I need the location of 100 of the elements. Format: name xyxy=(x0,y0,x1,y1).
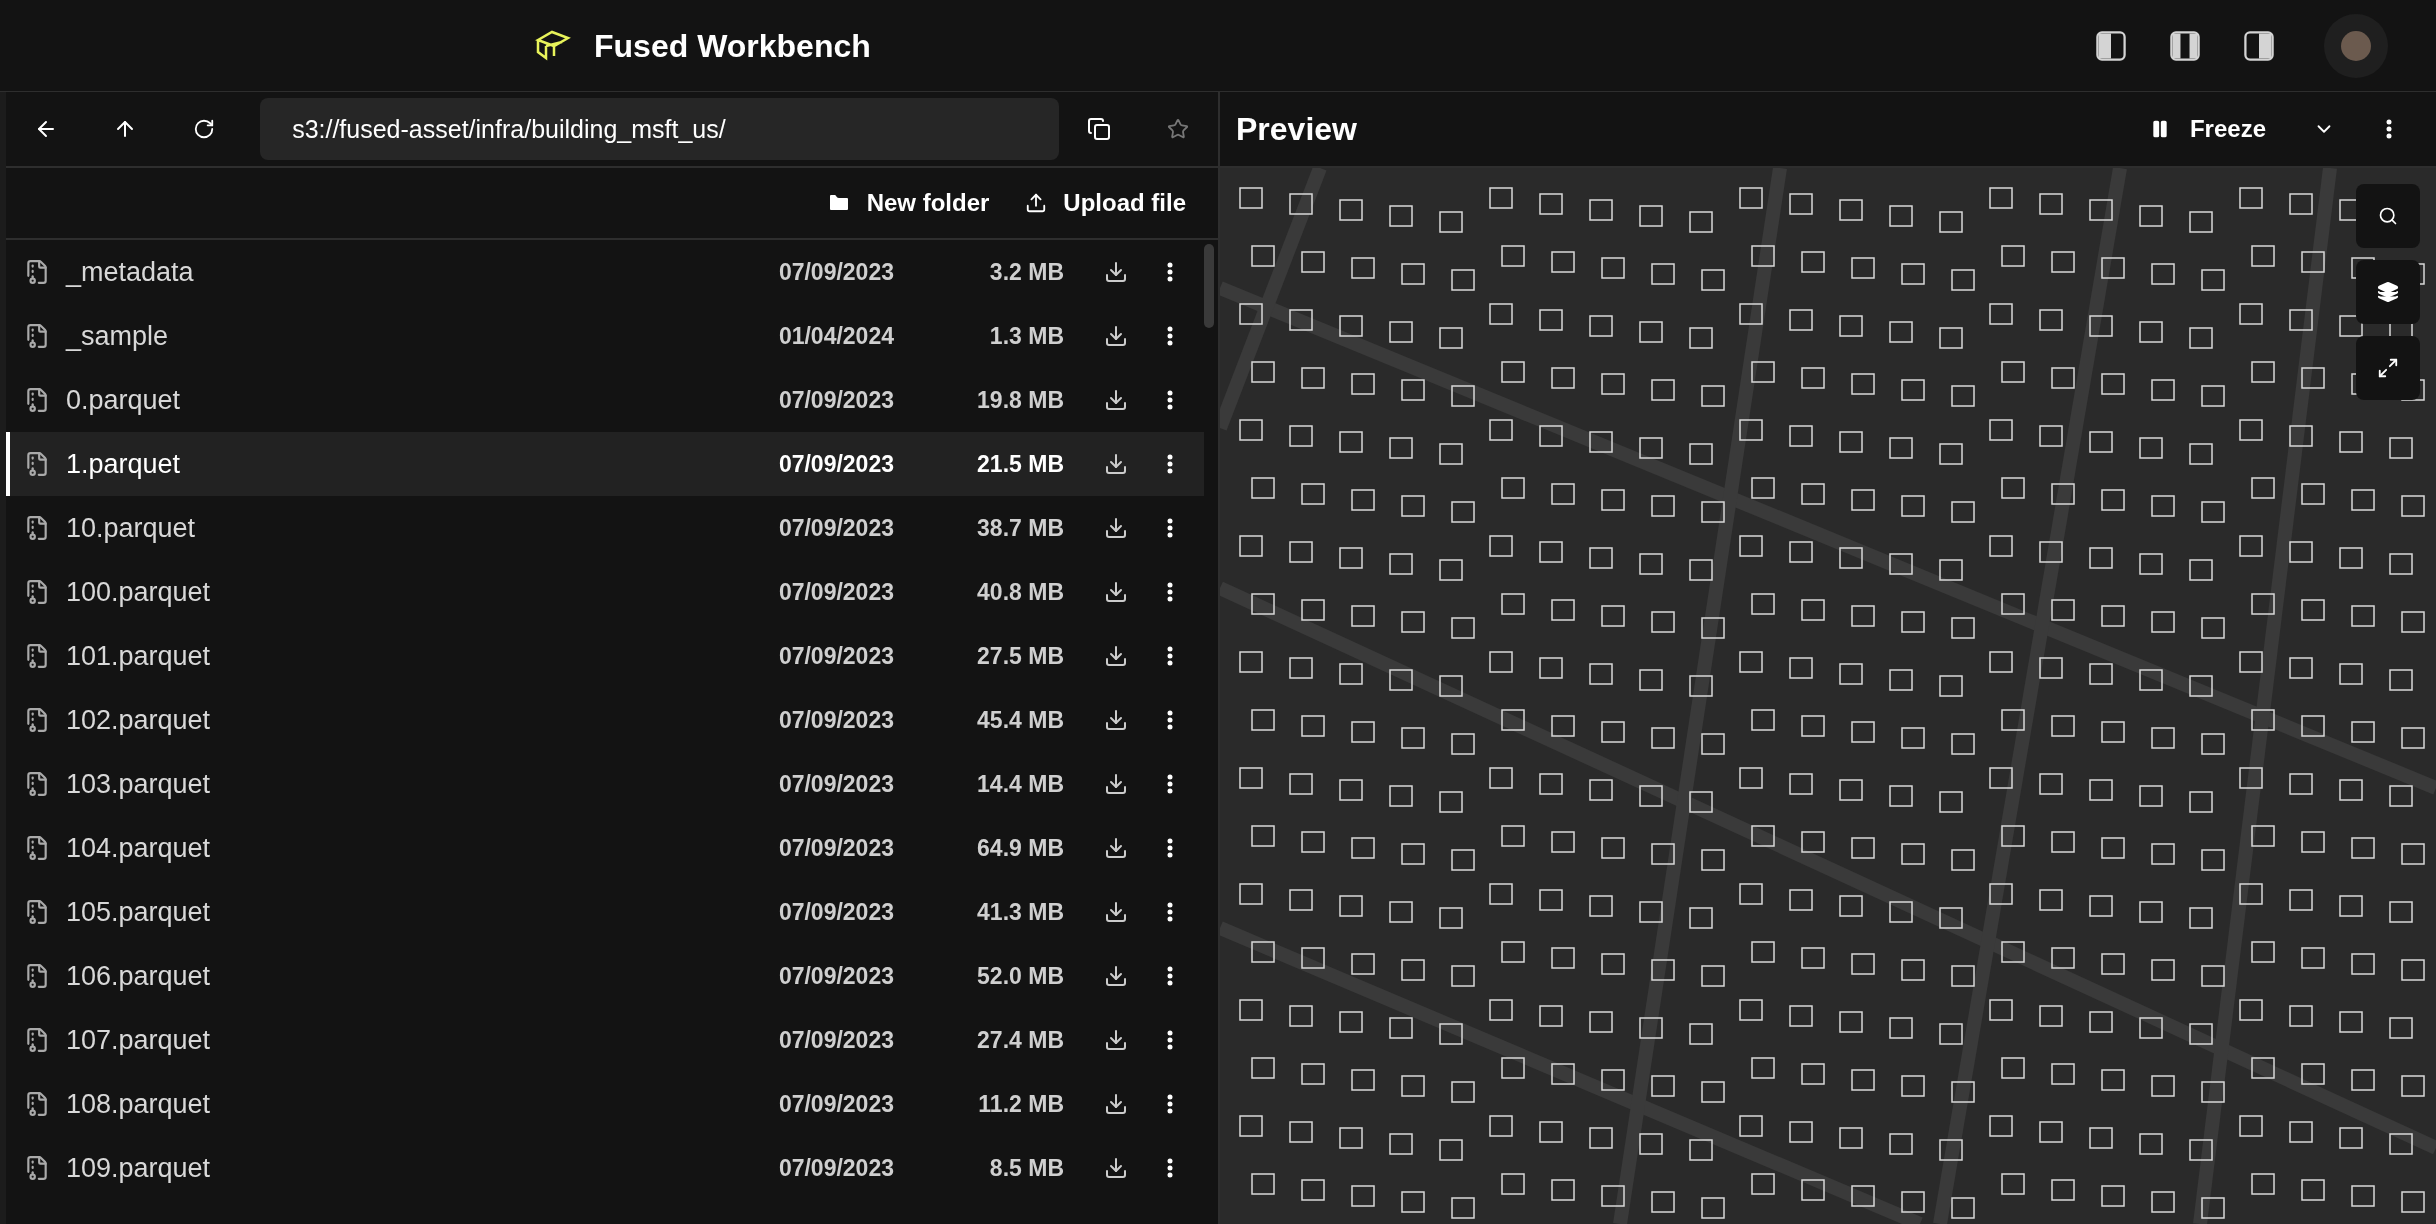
file-name: 105.parquet xyxy=(66,895,211,929)
file-size: 41.3 MB xyxy=(976,897,1064,927)
fullscreen-button[interactable] xyxy=(2356,336,2420,400)
file-size: 52.0 MB xyxy=(976,961,1064,991)
search-icon xyxy=(2378,206,2398,226)
file-date: 07/09/2023 xyxy=(778,1025,894,1055)
file-name: 100.parquet xyxy=(66,575,211,609)
file-icon xyxy=(24,1155,50,1181)
file-date: 07/09/2023 xyxy=(778,705,894,735)
file-date: 07/09/2023 xyxy=(778,1153,894,1183)
layers-button[interactable] xyxy=(2356,260,2420,324)
file-size: 19.8 MB xyxy=(976,385,1064,415)
file-row[interactable]: 1.parquet 07/09/2023 21.5 MB xyxy=(6,432,1204,496)
file-date: 07/09/2023 xyxy=(778,641,894,671)
file-size: 38.7 MB xyxy=(976,513,1064,543)
more-icon xyxy=(1167,838,1173,858)
file-name: 0.parquet xyxy=(66,383,181,417)
more-icon xyxy=(1167,454,1173,474)
file-row[interactable]: 100.parquet 07/09/2023 40.8 MB xyxy=(6,560,1204,624)
file-name: 102.parquet xyxy=(66,703,211,737)
new-folder-button[interactable]: New folder xyxy=(826,185,990,221)
file-name: 109.parquet xyxy=(66,1151,211,1185)
search-button[interactable] xyxy=(2356,184,2420,248)
download-icon xyxy=(1104,964,1128,988)
more-icon xyxy=(1167,646,1173,666)
file-icon xyxy=(24,899,50,925)
app-title: Fused Workbench xyxy=(594,26,871,66)
file-size: 21.5 MB xyxy=(976,449,1064,479)
file-date: 01/04/2024 xyxy=(778,321,894,351)
download-icon xyxy=(1104,644,1128,668)
more-icon xyxy=(1167,710,1173,730)
download-icon xyxy=(1104,900,1128,924)
file-date: 07/09/2023 xyxy=(778,385,894,415)
file-icon xyxy=(24,579,50,605)
file-date: 07/09/2023 xyxy=(778,769,894,799)
file-row[interactable]: 101.parquet 07/09/2023 27.5 MB xyxy=(6,624,1204,688)
file-size: 8.5 MB xyxy=(988,1153,1064,1183)
file-row[interactable]: 102.parquet 07/09/2023 45.4 MB xyxy=(6,688,1204,752)
file-size: 11.2 MB xyxy=(977,1089,1064,1119)
file-row[interactable]: 103.parquet 07/09/2023 14.4 MB xyxy=(6,752,1204,816)
freeze-button[interactable]: Freeze xyxy=(2149,111,2266,147)
download-icon xyxy=(1104,388,1128,412)
more-icon xyxy=(1167,902,1173,922)
file-icon xyxy=(24,835,50,861)
file-name: 103.parquet xyxy=(66,767,211,801)
file-row[interactable]: 104.parquet 07/09/2023 64.9 MB xyxy=(6,816,1204,880)
file-name: 106.parquet xyxy=(66,959,211,993)
file-size: 14.4 MB xyxy=(976,769,1064,799)
file-icon xyxy=(24,259,50,285)
panel-layout-icon xyxy=(2094,28,2128,63)
layout-button[interactable] xyxy=(2094,28,2128,63)
layout-button[interactable] xyxy=(2168,28,2202,63)
file-row[interactable]: 109.parquet 07/09/2023 8.5 MB xyxy=(6,1136,1204,1200)
download-icon xyxy=(1104,260,1128,284)
file-row[interactable]: 108.parquet 07/09/2023 11.2 MB xyxy=(6,1072,1204,1136)
file-row[interactable]: _metadata 07/09/2023 3.2 MB xyxy=(6,240,1204,304)
file-size: 64.9 MB xyxy=(976,833,1064,863)
file-icon xyxy=(24,643,50,669)
file-icon xyxy=(24,707,50,733)
file-row[interactable]: _sample 01/04/2024 1.3 MB xyxy=(6,304,1204,368)
panel-title: Preview xyxy=(1236,110,1357,149)
panel-layout-icon xyxy=(2168,28,2202,63)
file-row[interactable]: 0.parquet 07/09/2023 19.8 MB xyxy=(6,368,1204,432)
upload-file-button[interactable]: Upload file xyxy=(1025,185,1186,221)
file-row[interactable]: 105.parquet 07/09/2023 41.3 MB xyxy=(6,880,1204,944)
download-icon xyxy=(1104,708,1128,732)
file-row[interactable]: 106.parquet 07/09/2023 52.0 MB xyxy=(6,944,1204,1008)
more-icon xyxy=(1167,582,1173,602)
file-date: 07/09/2023 xyxy=(778,961,894,991)
file-size: 3.2 MB xyxy=(988,257,1064,287)
file-icon xyxy=(24,963,50,989)
more-icon xyxy=(1167,518,1173,538)
file-icon xyxy=(24,1091,50,1117)
avatar-silhouette xyxy=(2341,30,2371,61)
file-size: 40.8 MB xyxy=(976,577,1064,607)
file-row[interactable]: 10.parquet 07/09/2023 38.7 MB xyxy=(6,496,1204,560)
layout-button[interactable] xyxy=(2242,28,2276,63)
file-icon xyxy=(24,771,50,797)
more-icon xyxy=(1167,1158,1173,1178)
file-icon xyxy=(24,1027,50,1053)
file-date: 07/09/2023 xyxy=(778,257,894,287)
download-icon xyxy=(1104,324,1128,348)
path-field[interactable]: s3://fused-asset/infra/building_msft_us/ xyxy=(260,98,1060,160)
file-row[interactable]: 107.parquet 07/09/2023 27.4 MB xyxy=(6,1008,1204,1072)
download-icon xyxy=(1104,1092,1128,1116)
file-date: 07/09/2023 xyxy=(778,897,894,927)
expand-icon xyxy=(2377,357,2399,379)
file-name: 104.parquet xyxy=(66,831,211,865)
file-icon xyxy=(24,387,50,413)
more-icon xyxy=(1167,1094,1173,1114)
file-name: _metadata xyxy=(66,255,194,289)
download-icon xyxy=(1104,1028,1128,1052)
more-icon xyxy=(2386,119,2392,139)
layers-icon xyxy=(2377,281,2399,303)
copy-icon xyxy=(1086,117,1111,141)
file-name: 1.parquet xyxy=(66,447,181,481)
file-name: 101.parquet xyxy=(66,639,211,673)
file-name: _sample xyxy=(66,319,169,353)
refresh-icon xyxy=(193,118,216,140)
scrollbar[interactable] xyxy=(1204,244,1214,328)
